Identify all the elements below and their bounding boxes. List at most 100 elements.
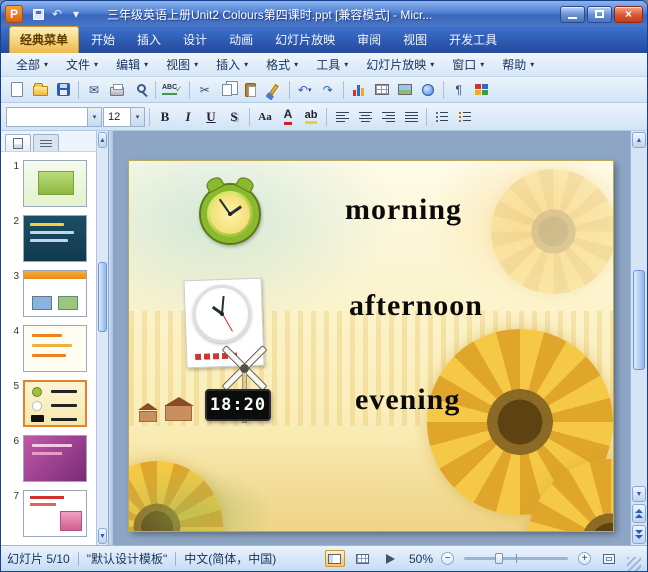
insert-table-button[interactable] xyxy=(371,79,393,101)
undo-quick-icon[interactable]: ↶ xyxy=(49,6,65,22)
italic-button[interactable]: I xyxy=(177,106,199,128)
tab-slideshow[interactable]: 幻灯片放映 xyxy=(265,27,345,53)
chevron-down-icon[interactable]: ▾ xyxy=(87,107,101,126)
font-name-combobox[interactable]: ▾ xyxy=(6,106,102,127)
tab-animations[interactable]: 动画 xyxy=(219,27,263,53)
highlight-button[interactable]: ab xyxy=(300,106,322,128)
menu-help[interactable]: 帮助 ▾ xyxy=(495,53,541,76)
panel-scroll-thumb[interactable] xyxy=(98,262,107,333)
new-document-button[interactable] xyxy=(6,79,28,101)
normal-view-button[interactable] xyxy=(324,550,345,567)
wall-clock-image[interactable] xyxy=(193,285,251,343)
print-preview-button[interactable] xyxy=(129,79,151,101)
zoom-slider-thumb[interactable] xyxy=(495,553,504,564)
tab-home[interactable]: 开始 xyxy=(81,27,125,53)
slide-thumbnail-1[interactable]: 1 xyxy=(5,160,94,207)
undo-button[interactable]: ↶ ▾ xyxy=(294,79,316,101)
vertical-scrollbar[interactable]: ▲ ▼ xyxy=(630,131,647,545)
zoom-out-button[interactable]: − xyxy=(441,552,454,565)
previous-slide-button[interactable] xyxy=(632,504,646,523)
slide-thumbnail-2[interactable]: 2 xyxy=(5,215,94,262)
powerpoint-app-icon[interactable]: P xyxy=(5,5,23,23)
bold-button[interactable]: B xyxy=(154,106,176,128)
tab-outline[interactable] xyxy=(33,134,59,151)
font-size-combobox[interactable]: 12 ▾ xyxy=(103,106,145,127)
menu-tools[interactable]: 工具 ▾ xyxy=(309,53,355,76)
change-case-button[interactable]: Aa xyxy=(254,106,276,128)
menu-slideshow[interactable]: 幻灯片放映 ▾ xyxy=(359,53,441,76)
insert-chart-button[interactable] xyxy=(348,79,370,101)
justify-button[interactable] xyxy=(400,106,422,128)
menu-view[interactable]: 视图 ▾ xyxy=(159,53,205,76)
language-indicator[interactable]: 中文(简体，中国) xyxy=(184,550,276,567)
show-formatting-button[interactable]: ¶ xyxy=(448,79,470,101)
maximize-button[interactable] xyxy=(587,5,612,23)
slide-thumbnail-5-selected[interactable]: 5 xyxy=(5,380,94,427)
tab-view[interactable]: 视图 xyxy=(393,27,437,53)
tab-review[interactable]: 审阅 xyxy=(347,27,391,53)
slide-thumbnail-6[interactable]: 6 xyxy=(5,435,94,482)
tab-slides-thumbnails[interactable] xyxy=(5,134,31,151)
slide-thumbnail-3[interactable]: 3 xyxy=(5,270,94,317)
open-button[interactable] xyxy=(29,79,51,101)
slide-thumbnail-4[interactable]: 4 xyxy=(5,325,94,372)
qat-customize-dropdown-icon[interactable]: ▾ xyxy=(68,6,84,22)
panel-scroll-track[interactable] xyxy=(97,149,108,527)
menu-all[interactable]: 全部 ▾ xyxy=(9,53,55,76)
tab-insert[interactable]: 插入 xyxy=(127,27,171,53)
scroll-up-arrow[interactable]: ▲ xyxy=(98,132,107,148)
zoom-slider[interactable] xyxy=(464,553,568,564)
menu-edit[interactable]: 编辑 ▾ xyxy=(109,53,155,76)
font-color-button[interactable]: A xyxy=(277,106,299,128)
scroll-down-arrow[interactable]: ▼ xyxy=(98,528,107,544)
align-right-button[interactable] xyxy=(377,106,399,128)
menu-format[interactable]: 格式 ▾ xyxy=(259,53,305,76)
scroll-track[interactable] xyxy=(631,149,647,485)
fit-to-window-button[interactable] xyxy=(599,550,619,567)
slide-editing-area[interactable]: 18:20 morning afternoon evening xyxy=(113,131,630,545)
save-button[interactable] xyxy=(52,79,74,101)
tab-design[interactable]: 设计 xyxy=(173,27,217,53)
cut-button[interactable]: ✂ xyxy=(194,79,216,101)
format-painter-button[interactable] xyxy=(263,79,285,101)
mail-button[interactable]: ✉ xyxy=(83,79,105,101)
redo-button[interactable]: ↷ xyxy=(317,79,339,101)
next-slide-button[interactable] xyxy=(632,525,646,544)
afternoon-text[interactable]: afternoon xyxy=(349,289,483,323)
spelling-button[interactable]: ABC ✓ xyxy=(160,79,185,101)
scroll-thumb[interactable] xyxy=(633,269,645,370)
insert-picture-button[interactable] xyxy=(394,79,416,101)
bullets-button[interactable] xyxy=(431,106,453,128)
numbering-button[interactable] xyxy=(454,106,476,128)
slide-sorter-view-button[interactable] xyxy=(353,550,373,567)
slide-thumbnail-7[interactable]: 7 xyxy=(5,490,94,537)
color-scheme-button[interactable] xyxy=(471,79,493,101)
green-alarm-clock-image[interactable] xyxy=(199,183,261,245)
insert-hyperlink-button[interactable] xyxy=(417,79,439,101)
align-center-button[interactable] xyxy=(354,106,376,128)
slide-canvas[interactable]: 18:20 morning afternoon evening xyxy=(129,161,613,531)
save-quick-icon[interactable] xyxy=(30,6,46,22)
paste-button[interactable] xyxy=(240,79,262,101)
resize-grip[interactable] xyxy=(627,557,641,571)
copy-button[interactable] xyxy=(217,79,239,101)
slideshow-view-button[interactable] xyxy=(381,550,401,567)
tab-developer[interactable]: 开发工具 xyxy=(439,27,507,53)
menu-file[interactable]: 文件 ▾ xyxy=(59,53,105,76)
panel-scrollbar[interactable]: ▲ ▼ xyxy=(96,131,108,545)
menu-insert[interactable]: 插入 ▾ xyxy=(209,53,255,76)
scroll-down-arrow[interactable]: ▼ xyxy=(632,486,646,502)
underline-button[interactable]: U xyxy=(200,106,222,128)
close-button[interactable]: × xyxy=(614,5,643,23)
text-shadow-button[interactable]: S xyxy=(223,106,245,128)
zoom-level[interactable]: 50% xyxy=(409,552,433,566)
morning-text[interactable]: morning xyxy=(345,193,462,227)
tab-classic-menu[interactable]: 经典菜单 xyxy=(9,26,80,53)
design-template-name[interactable]: "默认设计模板" xyxy=(87,550,168,567)
chevron-down-icon[interactable]: ▾ xyxy=(130,107,144,126)
minimize-button[interactable] xyxy=(560,5,585,23)
align-left-button[interactable] xyxy=(331,106,353,128)
scroll-up-arrow[interactable]: ▲ xyxy=(632,132,646,148)
menu-window[interactable]: 窗口 ▾ xyxy=(445,53,491,76)
evening-text[interactable]: evening xyxy=(355,383,460,417)
